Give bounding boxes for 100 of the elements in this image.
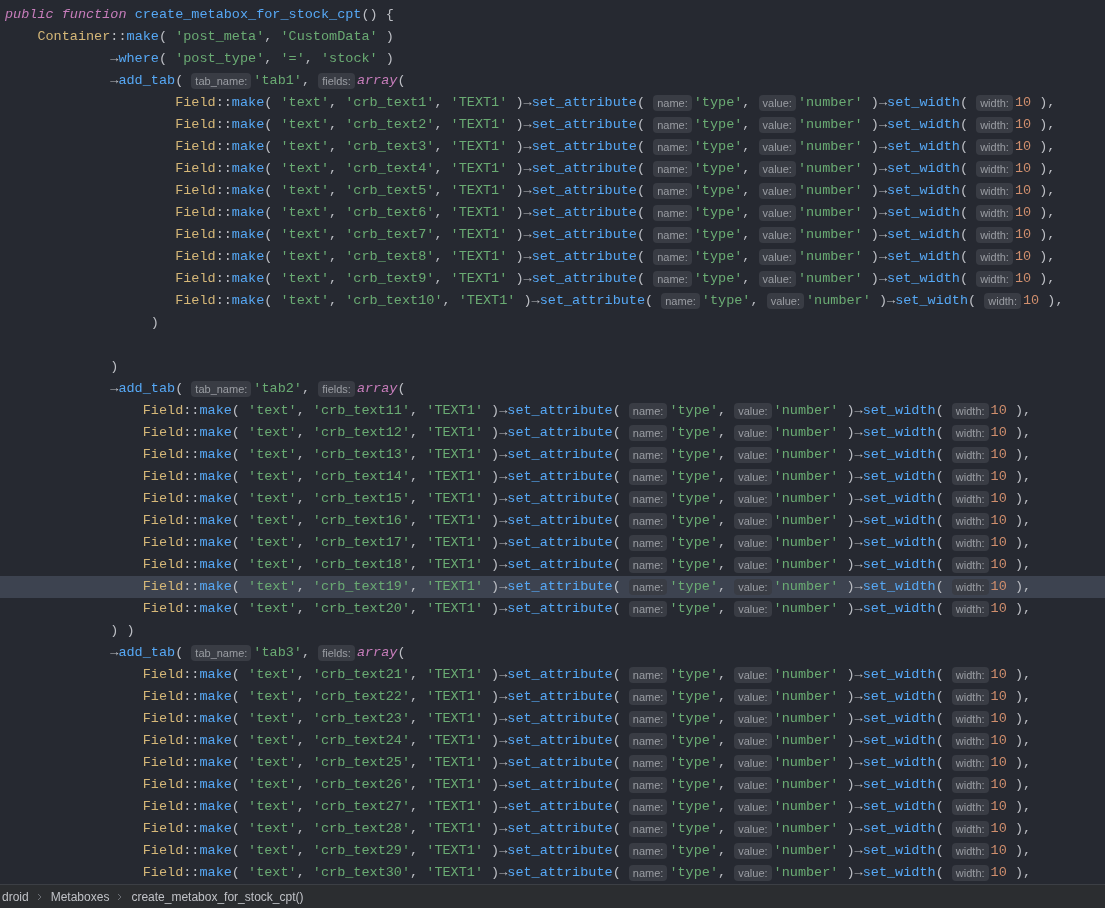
code-text: Field::make( 'text', 'crb_text4', 'TEXT1' )→set_attribute( <box>174 159 647 178</box>
code-text: Field::make( 'text', 'crb_text14', 'TEXT1' )→set_attribute( <box>141 467 622 486</box>
parameter-hint: name: <box>628 755 668 771</box>
parameter-hint: value: <box>734 865 772 881</box>
parameter-hint: width: <box>951 843 989 859</box>
parameter-hint: width: <box>951 821 989 837</box>
code-text: Field::make( 'text', 'crb_text8', 'TEXT1' )→set_attribute( <box>174 247 647 266</box>
code-text: 'type', <box>693 247 752 266</box>
code-text: 'type', <box>669 555 728 574</box>
parameter-hint: width: <box>951 733 989 749</box>
breadcrumb-item[interactable]: create_metabox_for_stock_cpt() <box>131 887 304 906</box>
parameter-hint: name: <box>628 425 668 441</box>
code-text: 10 ), <box>990 753 1032 772</box>
code-text: 'number' )→set_width( <box>797 269 970 288</box>
code-text: 'type', <box>669 863 728 882</box>
code-text: 'number' )→set_width( <box>773 709 945 728</box>
parameter-hint: name: <box>653 117 692 133</box>
code-text: 10 ), <box>990 797 1032 816</box>
parameter-hint: value: <box>734 535 772 551</box>
parameter-hint: width: <box>951 557 989 573</box>
parameter-hint: name: <box>653 205 692 221</box>
breadcrumb-item[interactable]: Metaboxes <box>50 887 110 906</box>
code-text: 'number' )→set_width( <box>773 555 945 574</box>
code-text: 'type', <box>669 511 728 530</box>
parameter-hint: width: <box>951 689 989 705</box>
parameter-hint: name: <box>628 491 668 507</box>
code-text: 10 ), <box>990 775 1032 794</box>
code-text: Field::make( 'text', 'crb_text13', 'TEXT1' )→set_attribute( <box>141 445 622 464</box>
code-text: 10 ), <box>990 665 1032 684</box>
code-text: 'number' )→set_width( <box>773 731 945 750</box>
code-text: →add_tab( <box>109 379 185 398</box>
code-text: 'type', <box>693 203 752 222</box>
code-text: Field::make( 'text', 'crb_text22', 'TEXT1' )→set_attribute( <box>141 687 622 706</box>
code-text: 10 ), <box>990 819 1032 838</box>
code-text: 'type', <box>669 599 728 618</box>
code-text: 'number' )→set_width( <box>797 115 970 134</box>
code-text: 10 ), <box>990 555 1032 574</box>
code-text: 'type', <box>693 181 752 200</box>
code-text: 'number' )→set_width( <box>773 753 945 772</box>
code-text: 'type', <box>693 93 752 112</box>
parameter-hint: value: <box>766 293 804 309</box>
code-text: 'number' )→set_width( <box>773 775 945 794</box>
code-text: 10 ), <box>990 423 1032 442</box>
breadcrumb-item[interactable]: droid <box>2 887 29 906</box>
code-text: 10 ), <box>990 709 1032 728</box>
code-text: 'number' )→set_width( <box>773 401 945 420</box>
parameter-hint: name: <box>628 733 668 749</box>
code-text: Field::make( 'text', 'crb_text11', 'TEXT1' )→set_attribute( <box>141 401 622 420</box>
parameter-hint: name: <box>628 557 668 573</box>
code-text: 'number' )→set_width( <box>773 511 945 530</box>
parameter-hint: width: <box>951 667 989 683</box>
code-text: 10 ), <box>990 731 1032 750</box>
parameter-hint: name: <box>661 293 700 309</box>
code-text: Field::make( 'text', 'crb_text24', 'TEXT1' )→set_attribute( <box>141 731 622 750</box>
parameter-hint: value: <box>758 183 796 199</box>
code-text: 'number' )→set_width( <box>806 291 978 310</box>
code-text: 10 ), <box>990 489 1032 508</box>
code-text: 10 ), <box>990 577 1032 596</box>
parameter-hint: name: <box>628 469 668 485</box>
parameter-hint: fields: <box>318 73 355 89</box>
code-text: 10 ), <box>1023 291 1064 310</box>
code-text: ) ) <box>109 621 135 640</box>
code-text: 10 ), <box>1014 93 1056 112</box>
code-text: Field::make( 'text', 'crb_text23', 'TEXT1' )→set_attribute( <box>141 709 622 728</box>
code-text: 'type', <box>669 731 728 750</box>
code-text: 'type', <box>669 841 728 860</box>
code-text: Field::make( 'text', 'crb_text7', 'TEXT1' )→set_attribute( <box>174 225 647 244</box>
code-text: Field::make( 'text', 'crb_text16', 'TEXT1' )→set_attribute( <box>141 511 622 530</box>
parameter-hint: width: <box>976 161 1013 177</box>
parameter-hint: tab_name: <box>191 73 252 89</box>
parameter-hint: value: <box>734 711 772 727</box>
code-text: array( <box>356 379 406 398</box>
parameter-hint: value: <box>734 469 772 485</box>
parameter-hint: width: <box>976 205 1013 221</box>
code-text: 'type', <box>669 775 728 794</box>
parameter-hint: fields: <box>318 381 355 397</box>
parameter-hint: name: <box>628 777 668 793</box>
parameter-hint: name: <box>653 271 692 287</box>
parameter-hint: width: <box>976 183 1013 199</box>
parameter-hint: width: <box>976 117 1013 133</box>
code-text: 'number' )→set_width( <box>773 819 945 838</box>
parameter-hint: value: <box>758 117 796 133</box>
code-text: 10 ), <box>990 599 1032 618</box>
code-text: Field::make( 'text', 'crb_text6', 'TEXT1' )→set_attribute( <box>174 203 647 222</box>
code-text: 'number' )→set_width( <box>773 533 945 552</box>
parameter-hint: width: <box>951 513 989 529</box>
parameter-hint: name: <box>628 601 668 617</box>
parameter-hint: value: <box>734 403 772 419</box>
parameter-hint: width: <box>951 491 989 507</box>
code-text: 10 ), <box>990 863 1032 882</box>
code-text: 'number' )→set_width( <box>773 445 945 464</box>
parameter-hint: width: <box>951 755 989 771</box>
code-text: 'number' )→set_width( <box>773 863 945 882</box>
code-text: 'number' )→set_width( <box>773 467 945 486</box>
code-text: Field::make( 'text', 'crb_text18', 'TEXT1' )→set_attribute( <box>141 555 622 574</box>
code-text: 'type', <box>669 687 728 706</box>
parameter-hint: name: <box>628 579 668 595</box>
code-text: Field::make( 'text', 'crb_text25', 'TEXT1' )→set_attribute( <box>141 753 622 772</box>
parameter-hint: value: <box>734 579 772 595</box>
parameter-hint: width: <box>976 95 1013 111</box>
